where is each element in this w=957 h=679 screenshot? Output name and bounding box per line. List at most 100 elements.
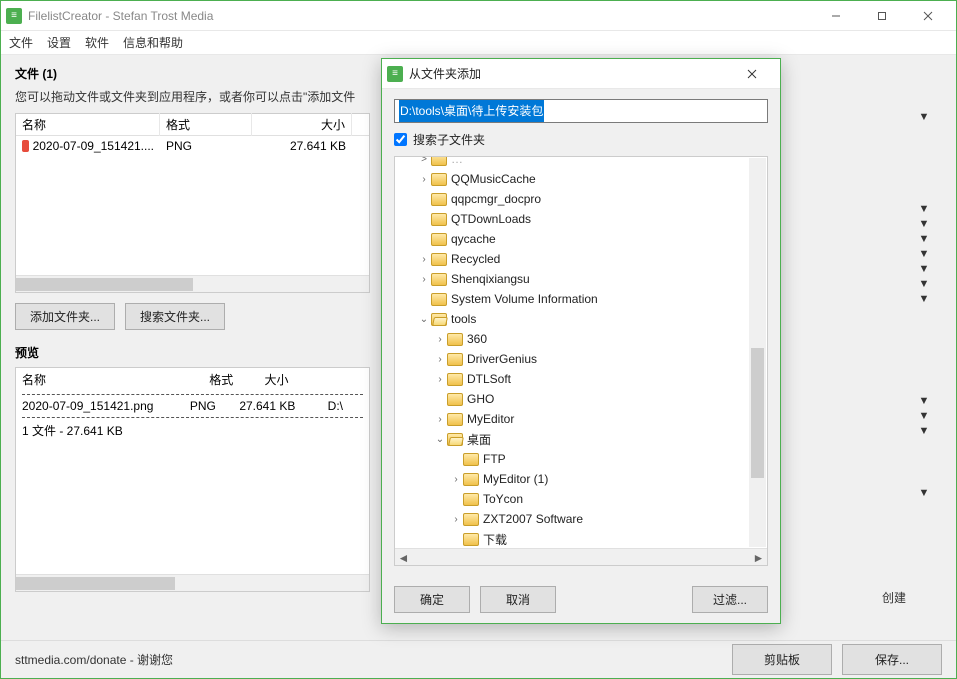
tree-item-label: ToYcon	[483, 492, 523, 506]
tree-item[interactable]: › MyEditor (1)	[395, 469, 767, 489]
expander-icon[interactable]: ›	[433, 334, 447, 345]
search-subfolders-label: 搜索子文件夹	[413, 131, 485, 148]
col-size[interactable]: 大小	[252, 113, 352, 136]
menu-file[interactable]: 文件	[9, 34, 33, 51]
table-row[interactable]: 2020-07-09_151421....PNG27.641 KB	[16, 136, 369, 156]
tree-item[interactable]: >…	[395, 157, 767, 169]
create-label: 创建	[882, 589, 906, 606]
footer: sttmedia.com/donate - 谢谢您 剪贴板 保存...	[1, 640, 956, 678]
tree-item[interactable]: ›Recycled	[395, 249, 767, 269]
folder-icon	[463, 473, 479, 486]
chevron-down-icon[interactable]: ▼	[914, 263, 934, 275]
search-folder-button[interactable]: 搜索文件夹...	[125, 303, 225, 330]
tree-item[interactable]: ⌄tools	[395, 309, 767, 329]
tree-item-label: DTLSoft	[467, 372, 511, 386]
folder-icon	[447, 413, 463, 426]
chevron-down-icon[interactable]: ▼	[914, 410, 934, 422]
expander-icon[interactable]: ›	[417, 274, 431, 285]
dialog-close-button[interactable]	[729, 59, 775, 89]
menu-settings[interactable]: 设置	[47, 34, 71, 51]
tree-vscroll[interactable]	[749, 158, 766, 547]
cancel-button[interactable]: 取消	[480, 586, 556, 613]
tree-item-label: qqpcmgr_docpro	[451, 192, 541, 206]
tree-item[interactable]: › DTLSoft	[395, 369, 767, 389]
image-file-icon	[22, 140, 29, 152]
tree-item-label: GHO	[467, 392, 494, 406]
tree-item[interactable]: qqpcmgr_docpro	[395, 189, 767, 209]
maximize-button[interactable]	[859, 1, 905, 31]
file-table-hscroll[interactable]	[16, 275, 369, 292]
tree-item[interactable]: FTP	[395, 449, 767, 469]
chevron-down-icon[interactable]: ▼	[914, 233, 934, 245]
ok-button[interactable]: 确定	[394, 586, 470, 613]
pv-col-format: 格式	[209, 371, 264, 388]
chevron-down-icon[interactable]: ▼	[914, 487, 934, 499]
chevron-down-icon[interactable]: ▼	[914, 111, 934, 123]
preview-pane: 名称 格式 大小 2020-07-09_151421.pngPNG27.641 …	[15, 367, 370, 592]
expander-icon[interactable]: ›	[433, 374, 447, 385]
chevron-down-icon[interactable]: ▼	[914, 293, 934, 305]
expander-icon[interactable]: ›	[433, 354, 447, 365]
file-name: 2020-07-09_151421....	[33, 139, 154, 153]
tree-item[interactable]: 下载	[395, 529, 767, 548]
preview-hscroll[interactable]	[16, 574, 369, 591]
expander-icon[interactable]: ⌄	[433, 434, 447, 445]
chevron-down-icon[interactable]: ▼	[914, 395, 934, 407]
col-name[interactable]: 名称	[16, 113, 160, 136]
save-button[interactable]: 保存...	[842, 644, 942, 675]
expander-icon[interactable]: ›	[449, 514, 463, 525]
path-input-value: D:\tools\桌面\待上传安装包	[399, 100, 544, 122]
tree-item[interactable]: ›ZXT2007 Software	[395, 509, 767, 529]
file-size: 27.641 KB	[252, 137, 352, 155]
chevron-down-icon[interactable]: ▼	[914, 278, 934, 290]
tree-item[interactable]: ›Shenqixiangsu	[395, 269, 767, 289]
minimize-button[interactable]	[813, 1, 859, 31]
folder-icon	[431, 253, 447, 266]
tree-item[interactable]: › DriverGenius	[395, 349, 767, 369]
path-input[interactable]: D:\tools\桌面\待上传安装包	[394, 99, 768, 123]
tree-item[interactable]: ⌄桌面	[395, 429, 767, 449]
tree-item-label: MyEditor	[467, 412, 514, 426]
tree-item[interactable]: GHO	[395, 389, 767, 409]
tree-item-label: qycache	[451, 232, 496, 246]
tree-hscroll[interactable]: ◄►	[395, 548, 767, 565]
folder-icon	[447, 393, 463, 406]
expander-icon[interactable]: ›	[417, 174, 431, 185]
tree-item-label: DriverGenius	[467, 352, 537, 366]
expander-icon[interactable]: ›	[417, 254, 431, 265]
col-format[interactable]: 格式	[160, 113, 252, 136]
tree-item[interactable]: ToYcon	[395, 489, 767, 509]
donate-link[interactable]: sttmedia.com/donate - 谢谢您	[15, 651, 173, 668]
folder-icon	[431, 213, 447, 226]
add-folder-button[interactable]: 添加文件夹...	[15, 303, 115, 330]
chevron-down-icon[interactable]: ▼	[914, 425, 934, 437]
close-button[interactable]	[905, 1, 951, 31]
menu-help[interactable]: 信息和帮助	[123, 34, 183, 51]
search-subfolders-checkbox[interactable]: 搜索子文件夹	[394, 131, 768, 148]
chevron-down-icon[interactable]: ▼	[914, 218, 934, 230]
folder-tree: >…›QQMusicCache qqpcmgr_docpro QTDownLoads…	[394, 156, 768, 566]
tree-item[interactable]: qycache	[395, 229, 767, 249]
tree-item[interactable]: System Volume Information	[395, 289, 767, 309]
clipboard-button[interactable]: 剪贴板	[732, 644, 832, 675]
expander-icon[interactable]: ›	[433, 414, 447, 425]
search-subfolders-input[interactable]	[394, 133, 407, 146]
chevron-down-icon[interactable]: ▼	[914, 203, 934, 215]
expander-icon[interactable]: >	[417, 157, 431, 165]
tree-item[interactable]: ›360	[395, 329, 767, 349]
expander-icon[interactable]: ›	[449, 474, 463, 485]
tree-item-label: 下载	[483, 531, 507, 548]
dialog-title: 从文件夹添加	[409, 65, 729, 82]
folder-icon	[431, 233, 447, 246]
tree-item-label: MyEditor (1)	[483, 472, 548, 486]
filter-button[interactable]: 过滤...	[692, 586, 768, 613]
tree-item-label: QTDownLoads	[451, 212, 531, 226]
expander-icon[interactable]: ⌄	[417, 314, 431, 325]
tree-item[interactable]: QTDownLoads	[395, 209, 767, 229]
folder-icon	[431, 193, 447, 206]
chevron-down-icon[interactable]: ▼	[914, 248, 934, 260]
tree-item[interactable]: ›QQMusicCache	[395, 169, 767, 189]
window-title: FilelistCreator - Stefan Trost Media	[28, 9, 813, 23]
menu-software[interactable]: 软件	[85, 34, 109, 51]
tree-item[interactable]: › MyEditor	[395, 409, 767, 429]
